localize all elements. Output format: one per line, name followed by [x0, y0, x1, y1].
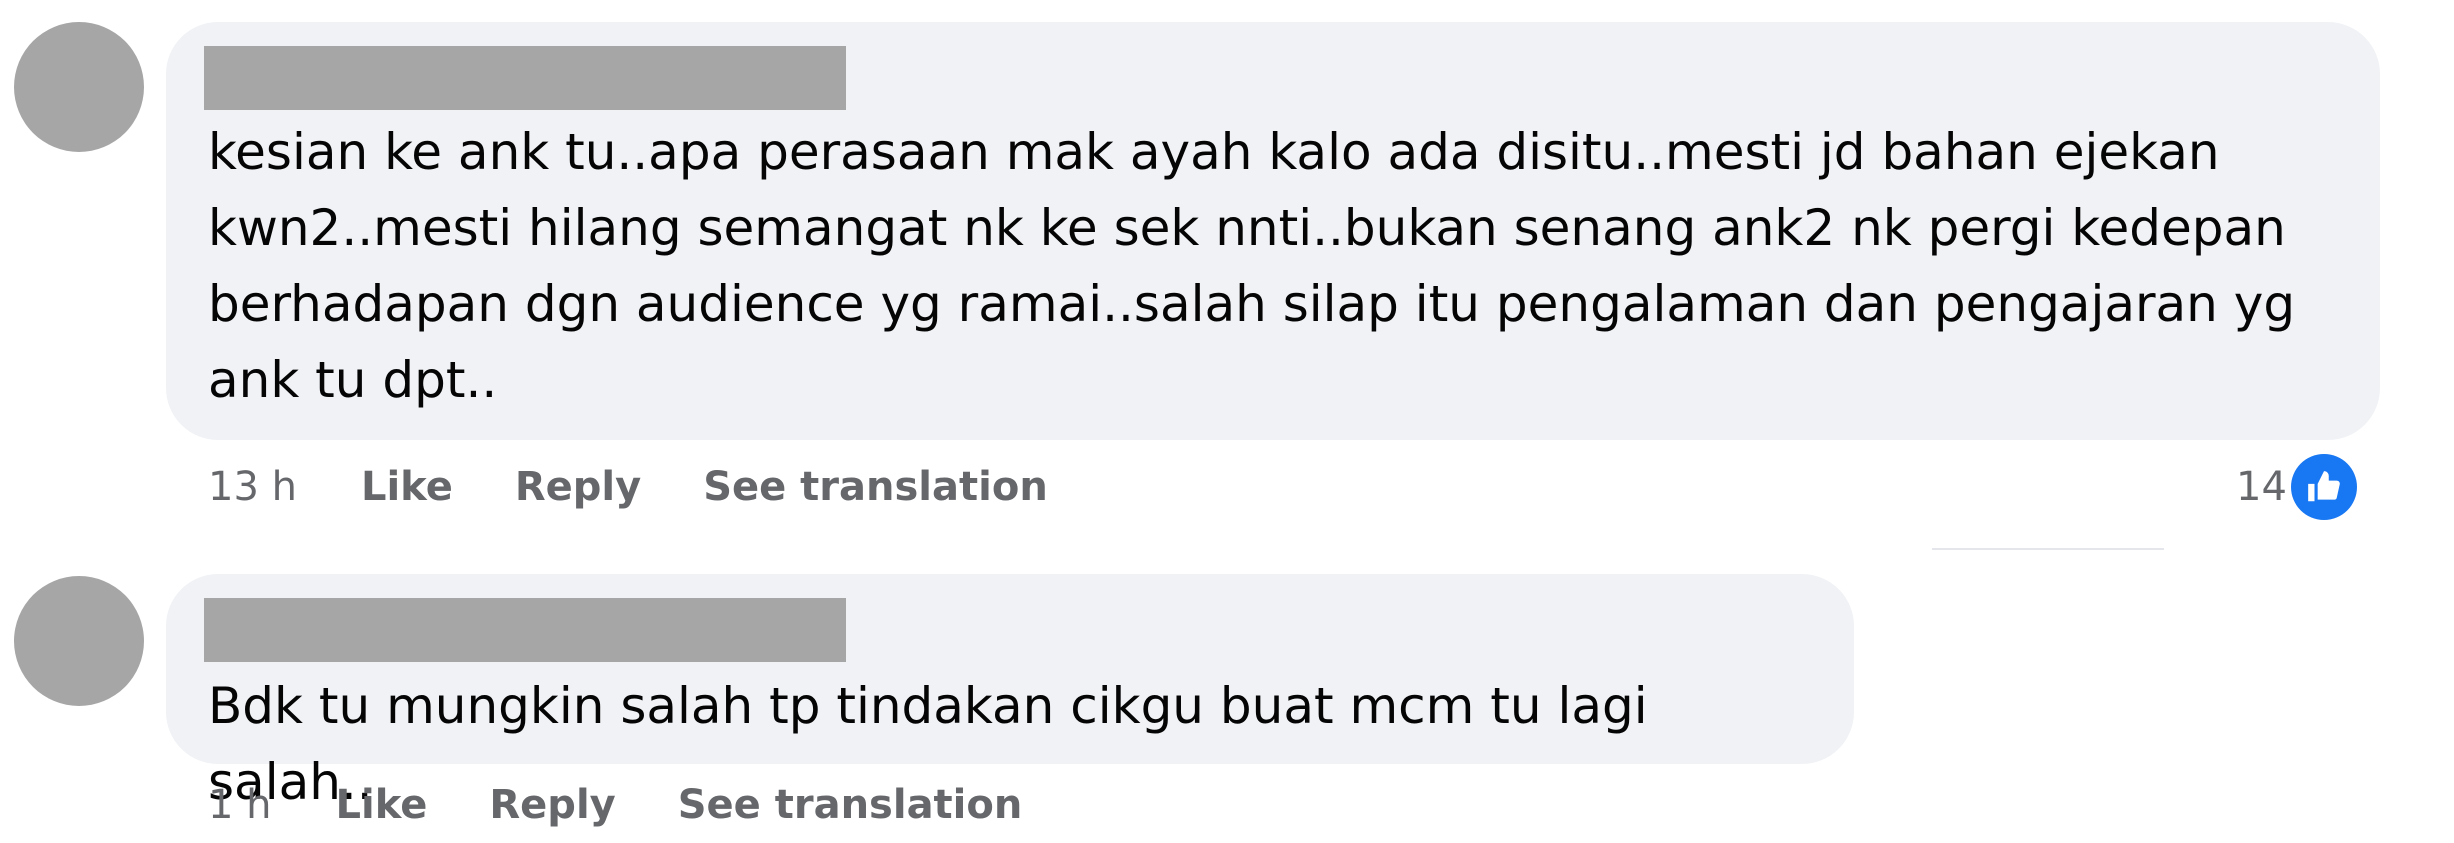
- author-name-redacted[interactable]: [204, 46, 846, 110]
- comment-actions: 1 h Like Reply See translation: [208, 782, 1022, 828]
- comment-actions: 13 h Like Reply See translation: [208, 464, 1048, 510]
- reaction-summary[interactable]: 14: [2236, 454, 2357, 520]
- reply-button[interactable]: Reply: [489, 782, 615, 828]
- comment-bubble: Bdk tu mungkin salah tp tindakan cikgu b…: [166, 574, 1854, 811]
- timestamp[interactable]: 1 h: [208, 782, 272, 828]
- see-translation-button[interactable]: See translation: [678, 782, 1023, 828]
- reaction-count: 14: [2236, 464, 2287, 510]
- comment-bubble: kesian ke ank tu..apa perasaan mak ayah …: [166, 22, 2380, 440]
- see-translation-button[interactable]: See translation: [703, 464, 1048, 510]
- like-button[interactable]: Like: [336, 782, 428, 828]
- like-button[interactable]: Like: [361, 464, 453, 510]
- avatar[interactable]: [14, 22, 144, 152]
- reply-button[interactable]: Reply: [515, 464, 641, 510]
- avatar[interactable]: [14, 576, 144, 706]
- thumbs-up-icon: [2308, 471, 2340, 502]
- author-name-redacted[interactable]: [204, 598, 846, 662]
- like-reaction-icon: [2290, 454, 2357, 520]
- divider: [1932, 548, 2164, 550]
- timestamp[interactable]: 13 h: [208, 464, 297, 510]
- comment-text: kesian ke ank tu..apa perasaan mak ayah …: [208, 123, 2296, 409]
